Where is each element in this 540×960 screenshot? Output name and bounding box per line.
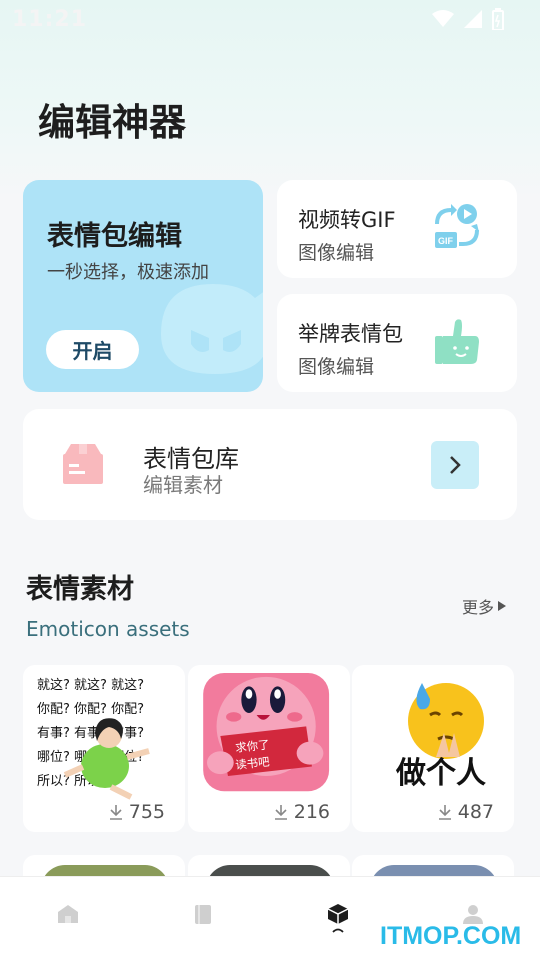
- status-icons: [432, 8, 504, 30]
- download-number: 216: [293, 801, 330, 823]
- video-gif-subtitle: 图像编辑: [298, 242, 375, 264]
- box-icon: [63, 444, 103, 484]
- more-label: 更多: [462, 598, 495, 617]
- thumbs-up-icon: [435, 319, 479, 364]
- download-number: 755: [128, 801, 165, 823]
- asset-tile-1[interactable]: 就这? 就这? 就这? 你配? 你配? 你配? 有事? 有事? 有事? 哪位? …: [23, 665, 185, 832]
- asset-tile-2[interactable]: 求你了 读书吧 216: [188, 665, 350, 832]
- asset-image-2: 求你了 读书吧: [203, 673, 330, 792]
- nav-home[interactable]: [38, 903, 98, 925]
- cube-icon: [327, 904, 348, 924]
- chevron-right-icon: [450, 456, 461, 474]
- nav-cube[interactable]: [308, 903, 368, 933]
- emoji-library-card[interactable]: 表情包库 编辑素材: [23, 409, 517, 520]
- section-subtitle: Emoticon assets: [26, 617, 190, 641]
- active-indicator-icon: [331, 928, 344, 933]
- asset-1-line-3: 有事? 有事? 有事?: [37, 726, 144, 741]
- ghost-face-icon: [161, 284, 263, 374]
- battery-icon: [492, 8, 504, 30]
- video-gif-card[interactable]: 视频转GIF 图像编辑 GIF: [277, 180, 517, 278]
- section-title: 表情素材: [26, 574, 134, 605]
- download-count-1: 755: [109, 801, 165, 823]
- download-icon: [274, 805, 287, 820]
- nav-book[interactable]: [173, 903, 233, 925]
- asset-1-line-1: 就这? 就这? 就这?: [37, 677, 144, 693]
- video-gif-title: 视频转GIF: [298, 208, 396, 232]
- open-button[interactable]: 开启: [46, 330, 139, 369]
- download-icon: [438, 805, 451, 820]
- asset-tile-3[interactable]: 做个人 487: [352, 665, 514, 832]
- asset-image-3: 做个人: [364, 671, 502, 801]
- status-time: 11:21: [12, 6, 88, 32]
- download-count-3: 487: [438, 801, 494, 823]
- sign-emoji-card[interactable]: 举牌表情包 图像编辑: [277, 294, 517, 392]
- library-arrow-button[interactable]: [431, 441, 479, 489]
- video-to-gif-icon: GIF: [435, 204, 479, 248]
- sign-emoji-title: 举牌表情包: [298, 322, 403, 346]
- play-arrow-icon: [498, 601, 507, 611]
- status-bar: 11:21: [0, 0, 540, 38]
- emoji-edit-card[interactable]: 表情包编辑 一秒选择，极速添加 开启: [23, 180, 263, 392]
- asset-1-line-2: 你配? 你配? 你配?: [37, 702, 144, 717]
- svg-text:GIF: GIF: [438, 236, 454, 246]
- download-count-2: 216: [274, 801, 330, 823]
- asset-image-1: 就这? 就这? 就这? 你配? 你配? 你配? 有事? 有事? 有事? 哪位? …: [35, 671, 173, 801]
- download-number: 487: [457, 801, 494, 823]
- asset-3-caption: 做个人: [395, 756, 486, 791]
- more-link[interactable]: 更多: [462, 594, 507, 618]
- book-icon: [194, 905, 211, 924]
- emoji-edit-title: 表情包编辑: [47, 221, 182, 252]
- home-icon: [57, 905, 78, 923]
- watermark: ITMOP.COM: [380, 922, 522, 950]
- library-subtitle: 编辑素材: [143, 473, 223, 497]
- wifi-icon: [432, 10, 454, 27]
- sign-emoji-subtitle: 图像编辑: [298, 356, 375, 378]
- download-icon: [109, 805, 122, 820]
- page-title: 编辑神器: [38, 101, 186, 144]
- signal-icon: [464, 10, 482, 28]
